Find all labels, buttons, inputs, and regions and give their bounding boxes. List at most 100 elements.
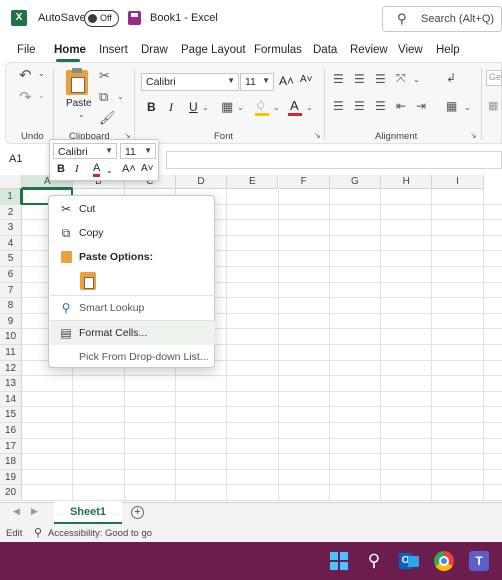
prev-sheet-icon[interactable]: ◀	[13, 506, 20, 517]
menu-item-pick-from-list[interactable]: Pick From Drop-down List...	[50, 345, 215, 369]
autosave-toggle[interactable]: Off	[84, 10, 119, 27]
align-left-icon[interactable]: ☰	[333, 99, 344, 113]
tab-data[interactable]: Data	[313, 44, 337, 56]
redo-dropdown-icon[interactable]: ⌄	[38, 91, 45, 100]
paste-option-button[interactable]	[80, 272, 96, 290]
menu-item-format-cells[interactable]: ▤ Format Cells...	[50, 321, 215, 345]
menu-item-smart-lookup[interactable]: ⚲ Smart Lookup	[50, 296, 215, 320]
tab-page-layout[interactable]: Page Layout	[181, 44, 246, 56]
row-header[interactable]: 14	[0, 391, 22, 408]
column-header[interactable]: F	[278, 175, 330, 189]
paste-dropdown-icon[interactable]: ⌄	[78, 110, 85, 119]
increase-font-size-icon[interactable]: A˄	[279, 74, 294, 88]
orientation-dropdown-icon[interactable]: ⌄	[413, 75, 420, 84]
row-header[interactable]: 9	[0, 313, 22, 330]
row-header[interactable]: 2	[0, 204, 22, 221]
column-header[interactable]: G	[329, 175, 382, 189]
row-header[interactable]: 4	[0, 235, 22, 252]
row-header[interactable]: 11	[0, 345, 22, 361]
row-header[interactable]: 3	[0, 220, 22, 236]
menu-item-copy[interactable]: ⧉ Copy	[50, 221, 215, 245]
copy-dropdown-icon[interactable]: ⌄	[117, 92, 124, 101]
borders-icon[interactable]: ▦	[221, 99, 233, 115]
mini-bold-button[interactable]: B	[57, 163, 65, 175]
format-painter-icon[interactable]: 🖌	[99, 110, 116, 126]
tab-formulas[interactable]: Formulas	[254, 44, 302, 56]
bold-button[interactable]: B	[147, 100, 156, 114]
merge-dropdown-icon[interactable]: ⌄	[464, 103, 471, 112]
font-launcher-icon[interactable]: ↘	[314, 131, 321, 140]
save-icon[interactable]	[128, 11, 141, 25]
align-middle-icon[interactable]: ☰	[354, 72, 365, 86]
row-header[interactable]: 10	[0, 329, 22, 345]
row-header[interactable]: 12	[0, 360, 22, 377]
currency-icon[interactable]: ▦	[488, 99, 498, 112]
font-color-dropdown-icon[interactable]: ⌄	[306, 103, 313, 112]
align-bottom-icon[interactable]: ☰	[375, 72, 386, 86]
font-name-select[interactable]: Calibri ▼	[141, 73, 239, 91]
underline-button[interactable]: U	[189, 100, 198, 114]
tab-home[interactable]: Home	[54, 44, 86, 56]
mini-font-name-select[interactable]: Calibri ▼	[53, 143, 117, 159]
tab-file[interactable]: File	[17, 44, 36, 56]
undo-dropdown-icon[interactable]: ⌄	[38, 69, 45, 78]
font-size-select[interactable]: 11 ▼	[240, 73, 274, 91]
mini-font-size-select[interactable]: 11 ▼	[120, 143, 156, 159]
name-box[interactable]: A1	[5, 151, 45, 169]
underline-dropdown-icon[interactable]: ⌄	[202, 103, 209, 112]
row-header[interactable]: 7	[0, 282, 22, 299]
italic-button[interactable]: I	[169, 100, 173, 115]
copy-icon[interactable]: ⧉	[99, 89, 108, 105]
sheet-tab-sheet1[interactable]: Sheet1	[54, 502, 122, 524]
taskbar-search-icon[interactable]: ⚲	[364, 551, 384, 571]
row-header[interactable]: 19	[0, 469, 22, 486]
row-header[interactable]: 6	[0, 267, 22, 283]
row-header[interactable]: 18	[0, 454, 22, 470]
font-color-icon[interactable]: A	[290, 98, 299, 113]
tab-help[interactable]: Help	[436, 44, 460, 56]
tab-draw[interactable]: Draw	[141, 44, 168, 56]
column-header[interactable]: I	[432, 175, 484, 189]
chrome-icon[interactable]	[434, 551, 454, 571]
row-header[interactable]: 15	[0, 407, 22, 423]
cut-icon[interactable]: ✂	[99, 68, 110, 84]
search-box[interactable]: ⚲ Search (Alt+Q)	[382, 6, 502, 32]
accessibility-icon[interactable]: ⚲	[34, 526, 42, 539]
alignment-launcher-icon[interactable]: ↘	[470, 131, 477, 140]
accessibility-status[interactable]: Accessibility: Good to go	[48, 528, 152, 539]
align-right-icon[interactable]: ☰	[375, 99, 386, 113]
paste-icon[interactable]	[66, 68, 88, 95]
borders-dropdown-icon[interactable]: ⌄	[237, 103, 244, 112]
mini-increase-font-icon[interactable]: A˄	[122, 163, 136, 175]
row-header[interactable]: 20	[0, 485, 22, 501]
align-center-icon[interactable]: ☰	[354, 99, 365, 113]
formula-input[interactable]	[166, 151, 502, 169]
paste-button[interactable]: Paste	[66, 98, 92, 109]
teams-icon[interactable]: T	[469, 551, 489, 571]
decrease-font-size-icon[interactable]: A˅	[300, 74, 313, 85]
mini-font-color-icon[interactable]: A	[93, 163, 101, 177]
row-header[interactable]: 8	[0, 298, 22, 314]
merge-center-icon[interactable]: ▦	[446, 99, 457, 113]
column-header[interactable]: D	[175, 175, 228, 189]
mini-font-color-dropdown-icon[interactable]: ⌄	[106, 166, 113, 175]
row-header[interactable]: 16	[0, 423, 22, 439]
row-header[interactable]: 17	[0, 438, 22, 455]
row-header[interactable]: 13	[0, 376, 22, 392]
number-format-select[interactable]: Gen	[486, 70, 502, 86]
tab-view[interactable]: View	[398, 44, 423, 56]
menu-item-cut[interactable]: ✂ Cut	[50, 197, 215, 221]
row-header[interactable]: 1	[0, 189, 22, 205]
align-top-icon[interactable]: ☰	[333, 72, 344, 86]
wrap-text-icon[interactable]: ↲	[446, 71, 456, 85]
orientation-icon[interactable]: ⤧	[396, 71, 406, 86]
outlook-icon[interactable]: O	[399, 551, 419, 571]
row-header[interactable]: 5	[0, 251, 22, 267]
redo-icon[interactable]: ↷	[19, 88, 32, 106]
next-sheet-icon[interactable]: ▶	[31, 506, 38, 517]
column-header[interactable]: E	[227, 175, 279, 189]
increase-indent-icon[interactable]: ⇥	[416, 99, 426, 113]
mini-decrease-font-icon[interactable]: A˅	[141, 163, 154, 174]
fill-color-dropdown-icon[interactable]: ⌄	[273, 103, 280, 112]
fill-color-icon[interactable]: ♢	[255, 98, 267, 114]
